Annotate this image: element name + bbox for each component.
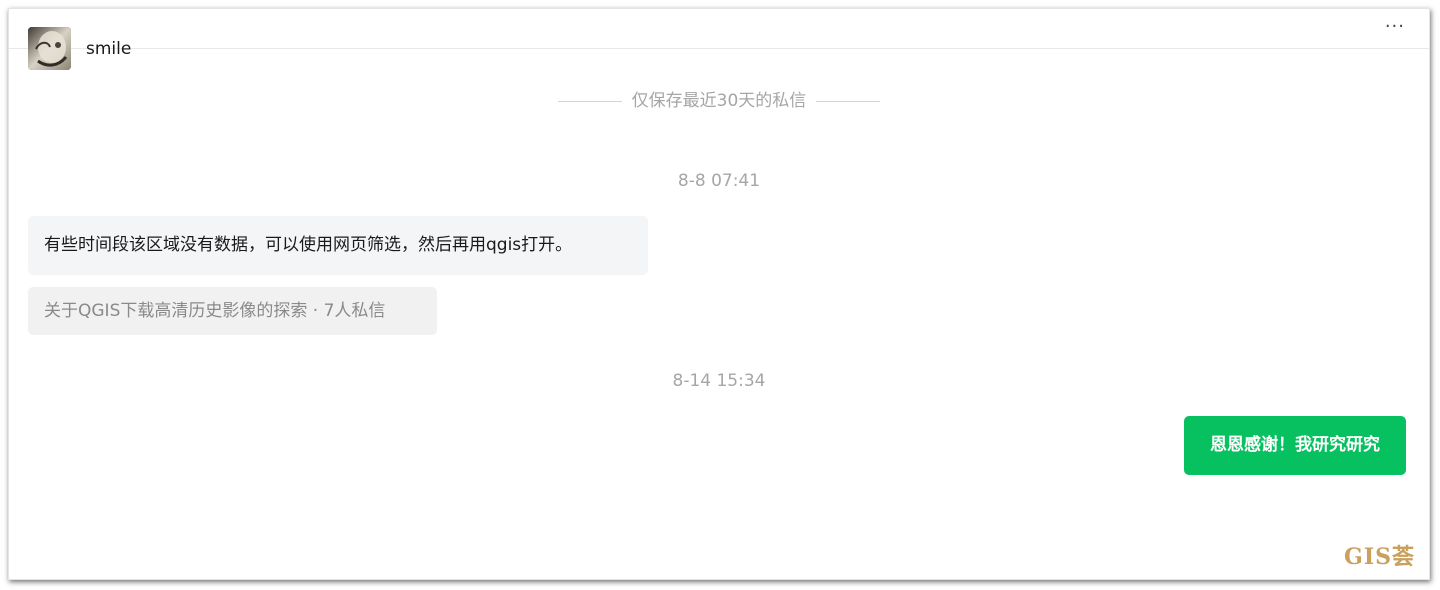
timestamp: 8-14 15:34 <box>672 371 766 391</box>
notice-text: 仅保存最近30天的私信 <box>631 91 807 111</box>
notice-divider-right <box>816 100 881 102</box>
more-options-button[interactable]: ··· <box>1385 17 1405 37</box>
timestamp: 8-8 07:41 <box>677 171 761 191</box>
header-divider <box>9 48 1429 49</box>
incoming-message: 有些时间段该区域没有数据，可以使用网页筛选，然后再用qgis打开。 <box>28 216 648 275</box>
avatar-image <box>28 27 71 70</box>
retention-notice: 仅保存最近30天的私信 <box>9 86 1429 111</box>
article-link-card[interactable]: 关于QGIS下载高清历史影像的探索 · 7人私信 <box>28 287 437 335</box>
watermark: GIS荟 <box>1344 544 1415 570</box>
user-avatar[interactable] <box>28 27 71 70</box>
chat-window: smile ··· 仅保存最近30天的私信 8-8 07:41 有些时间段该区域… <box>8 8 1430 580</box>
outgoing-message: 恩恩感谢！我研究研究 <box>1184 416 1406 475</box>
username: smile <box>86 39 132 59</box>
notice-divider-left <box>557 100 622 102</box>
